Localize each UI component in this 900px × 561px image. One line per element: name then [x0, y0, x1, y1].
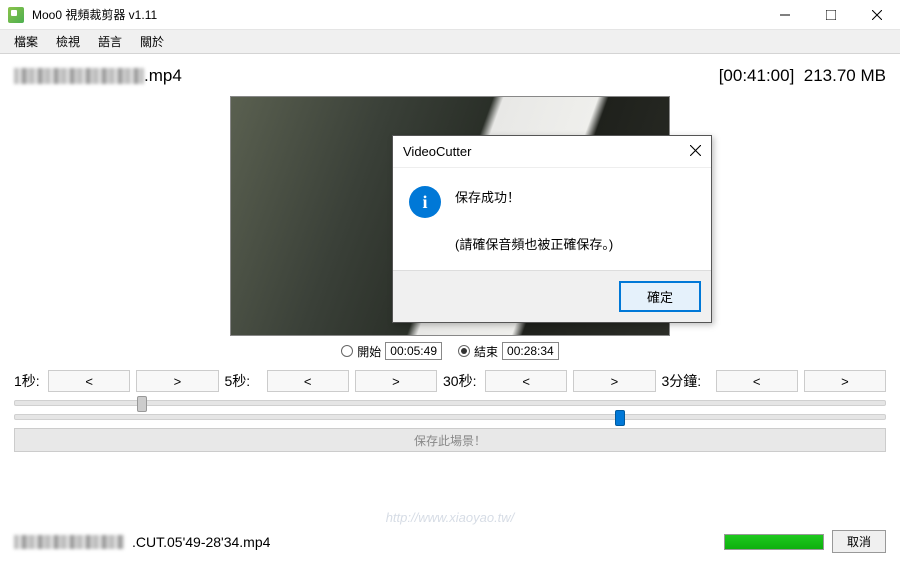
dialog: VideoCutter i 保存成功！ (請確保音頻也被正確保存。) 確定 [392, 135, 712, 323]
end-label: 結束 [474, 343, 498, 360]
end-radio[interactable] [458, 345, 470, 357]
output-ext: .CUT.05'49-28'34.mp4 [132, 534, 270, 550]
progress-bar [724, 534, 824, 550]
step-3m-fwd[interactable]: > [804, 370, 886, 392]
slider-end-thumb[interactable] [615, 410, 625, 426]
minimize-button[interactable] [762, 0, 808, 30]
step-30s-fwd[interactable]: > [573, 370, 655, 392]
step-3m-label: 3分鐘: [662, 371, 710, 391]
dialog-line1: 保存成功！ [455, 186, 613, 209]
window-title: Moo0 視頻裁剪器 v1.11 [32, 6, 762, 23]
ok-button[interactable]: 確定 [619, 281, 701, 312]
step-1s-fwd[interactable]: > [136, 370, 218, 392]
file-duration: [00:41:00] [719, 66, 795, 85]
file-size: 213.70 MB [804, 66, 886, 85]
file-info: [00:41:00] 213.70 MB [719, 66, 886, 86]
menubar: 檔案 檢視 語言 關於 [0, 30, 900, 54]
dialog-title-text: VideoCutter [403, 144, 471, 159]
close-icon [690, 145, 701, 156]
titlebar: Moo0 視頻裁剪器 v1.11 [0, 0, 900, 30]
step-5s-label: 5秒: [225, 371, 261, 391]
slider-start-thumb[interactable] [137, 396, 147, 412]
end-group: 結束 00:28:34 [458, 342, 559, 360]
start-time-input[interactable]: 00:05:49 [385, 342, 442, 360]
slider-end[interactable] [14, 414, 886, 420]
menu-about[interactable]: 關於 [132, 31, 172, 52]
step-30s-label: 30秒: [443, 371, 479, 391]
dialog-message: 保存成功！ (請確保音頻也被正確保存。) [455, 186, 613, 256]
filename-redacted [14, 68, 144, 84]
start-label: 開始 [357, 343, 381, 360]
app-icon [8, 7, 24, 23]
maximize-button[interactable] [808, 0, 854, 30]
dialog-buttons: 確定 [393, 270, 711, 322]
step-30s-back[interactable]: < [485, 370, 567, 392]
seek-row: 開始 00:05:49 結束 00:28:34 [14, 342, 886, 360]
dialog-line2: (請確保音頻也被正確保存。) [455, 233, 613, 256]
start-group: 開始 00:05:49 [341, 342, 442, 360]
dialog-close-button[interactable] [690, 144, 701, 159]
step-5s-back[interactable]: < [267, 370, 349, 392]
step-5s-fwd[interactable]: > [355, 370, 437, 392]
step-1s-back[interactable]: < [48, 370, 130, 392]
file-row: .mp4 [00:41:00] 213.70 MB [14, 62, 886, 90]
output-name-redacted [14, 535, 124, 549]
menu-file[interactable]: 檔案 [6, 31, 46, 52]
slider-start[interactable] [14, 400, 886, 406]
menu-lang[interactable]: 語言 [90, 31, 130, 52]
end-time-input[interactable]: 00:28:34 [502, 342, 559, 360]
save-scene-button[interactable]: 保存此場景！ [14, 428, 886, 452]
info-icon: i [409, 186, 441, 218]
dialog-body: i 保存成功！ (請確保音頻也被正確保存。) [393, 168, 711, 270]
status-row: .CUT.05'49-28'34.mp4 取消 [14, 530, 886, 553]
close-button[interactable] [854, 0, 900, 30]
start-radio[interactable] [341, 345, 353, 357]
step-3m-back[interactable]: < [716, 370, 798, 392]
file-extension: .mp4 [144, 66, 182, 86]
cancel-button[interactable]: 取消 [832, 530, 886, 553]
window-controls [762, 0, 900, 30]
step-row: 1秒: < > 5秒: < > 30秒: < > 3分鐘: < > [14, 370, 886, 392]
step-1s-label: 1秒: [14, 371, 42, 391]
menu-view[interactable]: 檢視 [48, 31, 88, 52]
watermark: http://www.xiaoyao.tw/ [386, 510, 515, 525]
dialog-titlebar: VideoCutter [393, 136, 711, 168]
